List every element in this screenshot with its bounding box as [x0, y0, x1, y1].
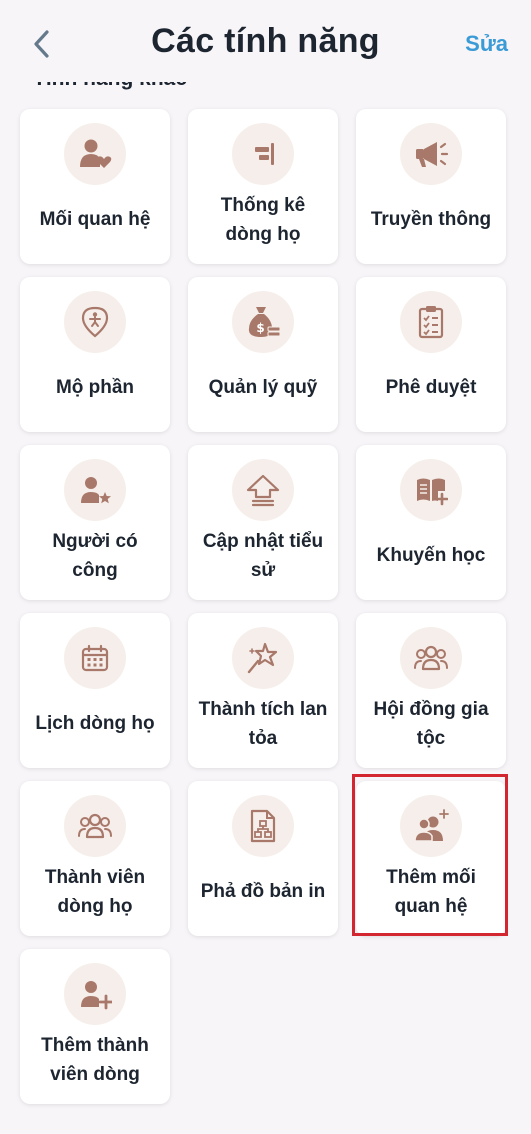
- feature-label: Mối quan hệ: [39, 209, 151, 230]
- feature-update-biography[interactable]: Cập nhật tiểu sử: [188, 445, 338, 600]
- svg-text:$: $: [256, 321, 264, 335]
- relationship-icon: [64, 123, 126, 185]
- add-member-icon: [64, 963, 126, 1025]
- feature-calendar[interactable]: Lịch dòng họ: [20, 613, 170, 768]
- feature-family-tree-print[interactable]: Phả đồ bản in: [188, 781, 338, 936]
- feature-label: Thêm thành viên dòng: [41, 1034, 149, 1085]
- person-star-icon: [64, 459, 126, 521]
- feature-label: Người có công: [52, 530, 138, 581]
- header-bar: Các tính năng Sửa: [0, 0, 531, 82]
- feature-label: Khuyến học: [376, 545, 486, 566]
- feature-achievements[interactable]: Thành tích lan tỏa: [188, 613, 338, 768]
- feature-label: Phả đồ bản in: [200, 881, 326, 902]
- feature-statistics[interactable]: Thống kê dòng họ: [188, 109, 338, 264]
- feature-label: Thêm mối quan hệ: [386, 866, 476, 917]
- feature-label: Cập nhật tiểu sử: [202, 530, 324, 581]
- calendar-icon: [64, 627, 126, 689]
- feature-label: Thành tích lan tỏa: [198, 698, 328, 749]
- feature-label: Hội đồng gia tộc: [373, 698, 489, 749]
- feature-approval[interactable]: Phê duyệt: [356, 277, 506, 432]
- feature-fund[interactable]: $ Quản lý quỹ: [188, 277, 338, 432]
- feature-label: Mộ phần: [55, 377, 135, 398]
- upload-arrow-icon: [232, 459, 294, 521]
- feature-add-relationship[interactable]: Thêm mối quan hệ: [356, 781, 506, 936]
- megaphone-icon: [400, 123, 462, 185]
- feature-members[interactable]: Thành viên dòng họ: [20, 781, 170, 936]
- feature-label: Lịch dòng họ: [35, 713, 155, 734]
- members-group-icon: [64, 795, 126, 857]
- book-plus-icon: [400, 459, 462, 521]
- clipboard-checklist-icon: [400, 291, 462, 353]
- feature-label: Phê duyệt: [385, 377, 477, 398]
- feature-add-member[interactable]: Thêm thành viên dòng: [20, 949, 170, 1104]
- grave-location-icon: [64, 291, 126, 353]
- feature-council[interactable]: Hội đồng gia tộc: [356, 613, 506, 768]
- feature-label: Thành viên dòng họ: [44, 866, 146, 917]
- council-group-icon: [400, 627, 462, 689]
- add-relationship-icon: [400, 795, 462, 857]
- sparkle-star-icon: [232, 627, 294, 689]
- feature-study-encouragement[interactable]: Khuyến học: [356, 445, 506, 600]
- statistics-icon: [232, 123, 294, 185]
- feature-label: Thống kê dòng họ: [220, 194, 306, 245]
- family-tree-document-icon: [232, 795, 294, 857]
- feature-communication[interactable]: Truyền thông: [356, 109, 506, 264]
- edit-button[interactable]: Sửa: [465, 31, 508, 57]
- money-bag-icon: $: [232, 291, 294, 353]
- feature-relationship[interactable]: Mối quan hệ: [20, 109, 170, 264]
- page-title: Các tính năng: [151, 22, 380, 60]
- feature-label: Quản lý quỹ: [208, 377, 318, 398]
- feature-grave[interactable]: Mộ phần: [20, 277, 170, 432]
- feature-label: Truyền thông: [370, 209, 492, 230]
- feature-merit[interactable]: Người có công: [20, 445, 170, 600]
- feature-grid: Mối quan hệ Thống kê dòng họ Truyền thôn…: [0, 0, 531, 1134]
